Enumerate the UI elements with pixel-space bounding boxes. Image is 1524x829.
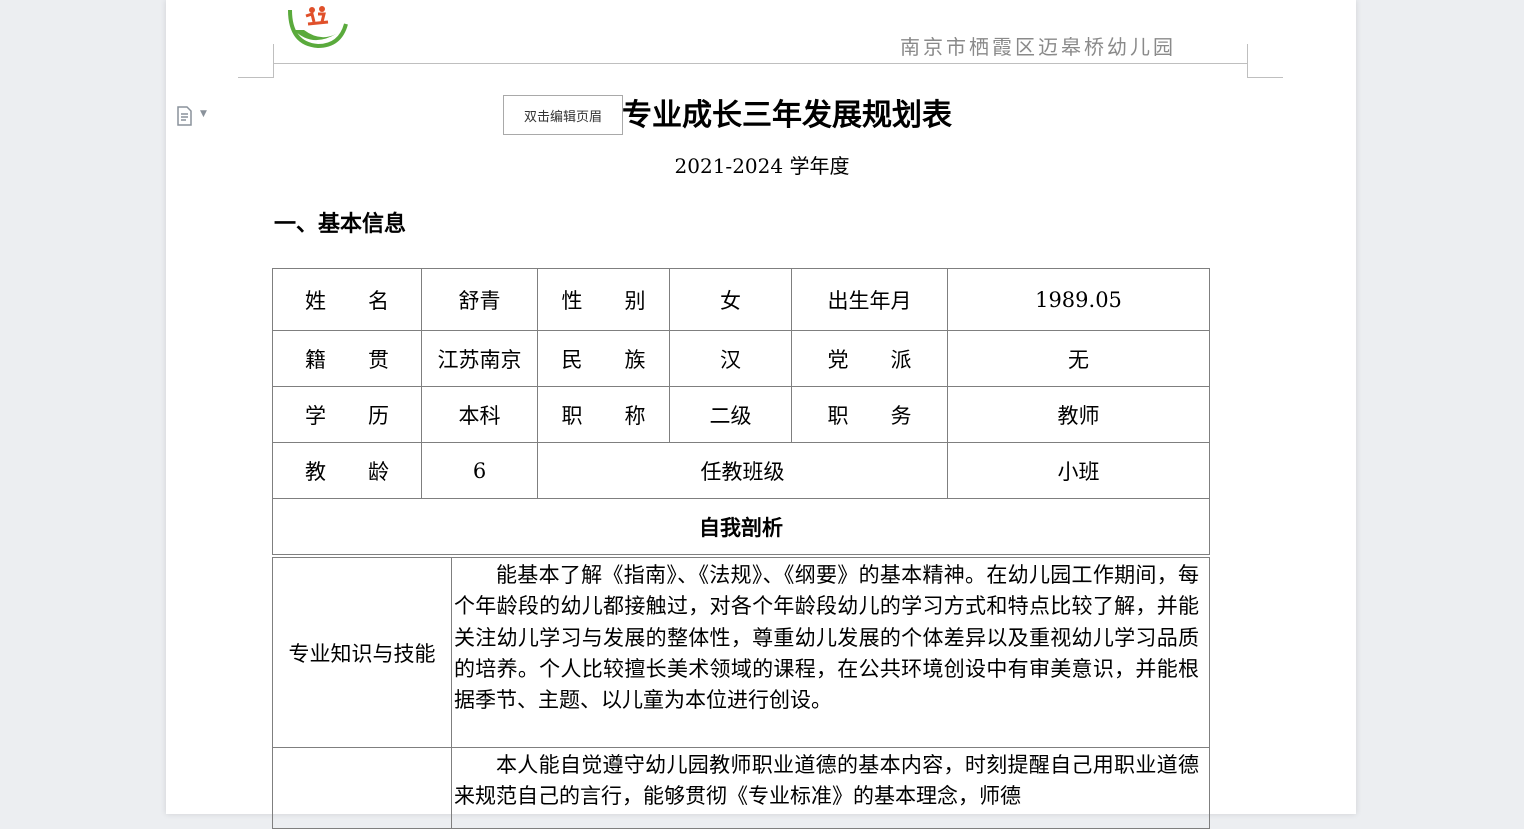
table-row: 教 龄 6 任教班级 小班 [272, 442, 1210, 499]
ethics-label [272, 747, 452, 829]
class-label: 任教班级 [537, 442, 948, 499]
crop-mark [1247, 77, 1283, 78]
birth-label: 出生年月 [791, 268, 948, 331]
gender-label: 性 别 [537, 268, 670, 331]
basic-info-table: 姓 名 舒青 性 别 女 出生年月 1989.05 籍 贯 江苏南京 民 族 汉… [272, 268, 1210, 555]
ethics-text: 本人能自觉遵守幼儿园教师职业道德的基本内容，时刻提醒自己用职业道德来规范自己的言… [451, 747, 1210, 829]
name-value: 舒青 [421, 268, 538, 331]
name-label: 姓 名 [272, 268, 422, 331]
table-row: 专业知识与技能 能基本了解《指南》、《法规》、《纲要》的基本精神。在幼儿园工作期… [272, 557, 1210, 748]
teaching-years-label: 教 龄 [272, 442, 422, 499]
school-logo [284, 0, 350, 50]
document-icon[interactable]: ▼ [176, 106, 212, 126]
title-value: 二级 [669, 386, 792, 443]
document-outline-icon [177, 106, 192, 126]
gender-value: 女 [669, 268, 792, 331]
position-value: 教师 [947, 386, 1210, 443]
education-label: 学 历 [272, 386, 422, 443]
table-row: 籍 贯 江苏南京 民 族 汉 党 派 无 [272, 330, 1210, 387]
ethics-paragraph: 本人能自觉遵守幼儿园教师职业道德的基本内容，时刻提醒自己用职业道德来规范自己的言… [454, 753, 1199, 809]
crop-mark [1247, 44, 1248, 78]
ethnicity-label: 民 族 [537, 330, 670, 387]
title-label: 职 称 [537, 386, 670, 443]
hometown-label: 籍 贯 [272, 330, 422, 387]
birth-value: 1989.05 [947, 268, 1210, 331]
table-row: 本人能自觉遵守幼儿园教师职业道德的基本内容，时刻提醒自己用职业道德来规范自己的言… [272, 747, 1210, 829]
section-heading-basic-info: 一、基本信息 [274, 212, 407, 237]
table-row: 姓 名 舒青 性 别 女 出生年月 1989.05 [272, 268, 1210, 331]
header-school-name: 南京市栖霞区迈皋桥幼儿园 [900, 35, 1176, 59]
self-analysis-heading: 自我剖析 [272, 498, 1210, 555]
class-value: 小班 [947, 442, 1210, 499]
party-value: 无 [947, 330, 1210, 387]
teaching-years-value: 6 [421, 442, 538, 499]
knowledge-label: 专业知识与技能 [272, 557, 452, 748]
document-subtitle: 2021-2024 学年度 [674, 154, 850, 178]
edit-header-hint-button[interactable]: 双击编辑页眉 [503, 95, 623, 135]
chevron-down-icon[interactable]: ▼ [200, 109, 207, 119]
knowledge-text: 能基本了解《指南》、《法规》、《纲要》的基本精神。在幼儿园工作期间，每个年龄段的… [451, 557, 1210, 748]
table-row: 自我剖析 [272, 498, 1210, 555]
crop-mark [273, 44, 274, 78]
party-label: 党 派 [791, 330, 948, 387]
table-row: 学 历 本科 职 称 二级 职 务 教师 [272, 386, 1210, 443]
hometown-value: 江苏南京 [421, 330, 538, 387]
ethnicity-value: 汉 [669, 330, 792, 387]
header-divider [273, 63, 1248, 64]
position-label: 职 务 [791, 386, 948, 443]
knowledge-paragraph: 能基本了解《指南》、《法规》、《纲要》的基本精神。在幼儿园工作期间，每个年龄段的… [454, 563, 1199, 713]
document-title: 专业成长三年发展规划表 [622, 98, 952, 133]
self-analysis-table: 专业知识与技能 能基本了解《指南》、《法规》、《纲要》的基本精神。在幼儿园工作期… [272, 557, 1210, 829]
education-value: 本科 [421, 386, 538, 443]
crop-mark [238, 77, 274, 78]
